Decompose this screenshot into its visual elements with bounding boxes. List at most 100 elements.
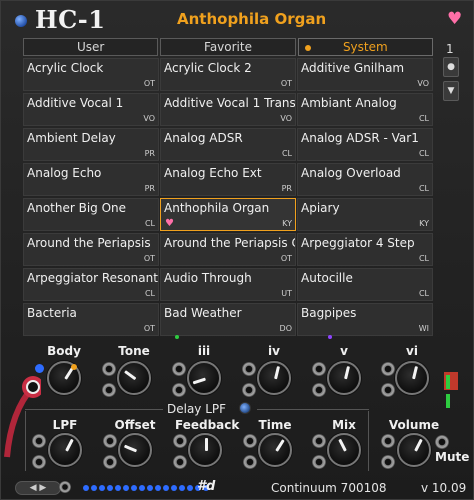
preset-cell[interactable]: Another Big One CL bbox=[23, 198, 159, 231]
page-number: 1 bbox=[446, 42, 454, 56]
preset-cell[interactable]: Bad Weather DO bbox=[160, 303, 296, 336]
indicator-dot bbox=[175, 335, 179, 339]
knob-label-lpf: LPF bbox=[52, 418, 78, 432]
mix-knob[interactable] bbox=[327, 433, 361, 467]
preset-cell[interactable]: Analog ADSR - Var1 CL bbox=[297, 128, 433, 161]
feedback-cv-jack[interactable] bbox=[173, 434, 187, 448]
footer-jack[interactable] bbox=[59, 481, 71, 493]
delay-section-label: Delay LPF bbox=[167, 402, 227, 416]
lpf-jack-2[interactable] bbox=[32, 455, 46, 469]
preset-name: Anthophila Organ bbox=[164, 201, 270, 215]
preset-category: CL bbox=[144, 219, 155, 228]
preset-cell[interactable]: Analog Echo PR bbox=[23, 163, 159, 196]
knob-indicator bbox=[124, 370, 137, 381]
iii-cv-jack[interactable] bbox=[172, 362, 186, 376]
iv-jack-2[interactable] bbox=[242, 383, 256, 397]
mute-jack[interactable] bbox=[435, 435, 449, 449]
volume-knob[interactable] bbox=[397, 433, 431, 467]
knob-label-offset: Offset bbox=[114, 418, 156, 432]
mix-cv-jack[interactable] bbox=[312, 434, 326, 448]
preset-cell[interactable]: Bagpipes WI bbox=[297, 303, 433, 336]
tab-user[interactable]: User bbox=[23, 38, 159, 56]
lpf-knob[interactable] bbox=[48, 433, 82, 467]
preset-cell[interactable]: Additive Vocal 1 VO bbox=[23, 93, 159, 126]
time-knob[interactable] bbox=[258, 433, 292, 467]
favorite-heart-icon: ♥ bbox=[165, 218, 174, 229]
preset-cell[interactable]: Analog Echo Ext PR bbox=[160, 163, 296, 196]
time-cv-jack[interactable] bbox=[243, 434, 257, 448]
preset-cell[interactable]: Additive Gnilham VO bbox=[297, 58, 433, 91]
knob-label-tone: Tone bbox=[118, 344, 150, 358]
tab-system[interactable]: System bbox=[297, 38, 433, 56]
v-knob[interactable] bbox=[327, 361, 361, 395]
preset-category: PR bbox=[281, 184, 292, 193]
led-dot bbox=[131, 485, 137, 491]
nav-arrows-button[interactable]: ◀ ▶ bbox=[15, 481, 61, 495]
offset-knob[interactable] bbox=[118, 433, 152, 467]
volume-jack-2[interactable] bbox=[381, 455, 395, 469]
preset-cell[interactable]: Analog ADSR CL bbox=[160, 128, 296, 161]
delay-lpf-button[interactable] bbox=[239, 402, 251, 414]
lpf-cv-jack[interactable] bbox=[32, 434, 46, 448]
offset-jack-2[interactable] bbox=[103, 455, 117, 469]
tone-jack-2[interactable] bbox=[102, 383, 116, 397]
preset-cell[interactable]: Acrylic Clock OT bbox=[23, 58, 159, 91]
time-jack-2[interactable] bbox=[243, 455, 257, 469]
preset-cell[interactable]: Analog Overload CL bbox=[297, 163, 433, 196]
knob-indicator bbox=[275, 439, 285, 452]
iii-jack-2[interactable] bbox=[172, 383, 186, 397]
knob-label-mix: Mix bbox=[332, 418, 356, 432]
iv-knob[interactable] bbox=[257, 361, 291, 395]
iii-knob[interactable] bbox=[187, 361, 221, 395]
preset-category: PR bbox=[144, 149, 155, 158]
preset-cell[interactable]: Acrylic Clock 2 OT bbox=[160, 58, 296, 91]
preset-category: OT bbox=[143, 324, 155, 333]
offset-cv-jack[interactable] bbox=[103, 434, 117, 448]
vi-cv-jack[interactable] bbox=[381, 362, 395, 376]
tab-favorite[interactable]: Favorite bbox=[160, 38, 296, 56]
preset-category: OT bbox=[280, 254, 292, 263]
led-dot bbox=[147, 485, 153, 491]
mute-label: Mute bbox=[435, 450, 470, 464]
preset-cell[interactable]: Arpeggiator Resonant CL bbox=[23, 268, 159, 301]
iv-cv-jack[interactable] bbox=[242, 362, 256, 376]
tone-cv-jack[interactable] bbox=[102, 362, 116, 376]
brand-title: HC-1 bbox=[35, 5, 106, 34]
brand-logo: #d bbox=[197, 479, 216, 494]
preset-category: KY bbox=[419, 219, 429, 228]
preset-name: Autocille bbox=[301, 271, 353, 285]
volume-cv-jack[interactable] bbox=[381, 434, 395, 448]
preset-category: DO bbox=[279, 324, 292, 333]
preset-category: PR bbox=[144, 184, 155, 193]
page-up-button[interactable]: ● bbox=[443, 57, 459, 77]
preset-cell[interactable]: Autocille CL bbox=[297, 268, 433, 301]
tone-knob[interactable] bbox=[117, 361, 151, 395]
mix-jack-2[interactable] bbox=[312, 455, 326, 469]
preset-category: OT bbox=[280, 79, 292, 88]
feedback-jack-2[interactable] bbox=[173, 455, 187, 469]
vi-jack-2[interactable] bbox=[381, 383, 395, 397]
preset-cell[interactable]: Around the Periapsis Ch1 OT bbox=[160, 233, 296, 266]
led-dot bbox=[155, 485, 161, 491]
v-cv-jack[interactable] bbox=[312, 362, 326, 376]
led-dot bbox=[107, 485, 113, 491]
preset-name: Another Big One bbox=[27, 201, 127, 215]
tab-system-label: System bbox=[342, 40, 388, 54]
preset-cell[interactable]: Anthophila Organ KY ♥ bbox=[160, 198, 296, 231]
preset-cell[interactable]: Audio Through UT bbox=[160, 268, 296, 301]
preset-cell[interactable]: Ambiant Analog CL bbox=[297, 93, 433, 126]
heart-icon[interactable]: ♥ bbox=[447, 9, 462, 29]
preset-cell[interactable]: Additive Vocal 1 Transform VO bbox=[160, 93, 296, 126]
v-jack-2[interactable] bbox=[312, 383, 326, 397]
page-down-button[interactable]: ▼ bbox=[443, 81, 459, 101]
feedback-knob[interactable] bbox=[188, 433, 222, 467]
preset-cell[interactable]: Apiary KY bbox=[297, 198, 433, 231]
preset-name: Bad Weather bbox=[164, 306, 242, 320]
hc1-module-panel: HC-1 Anthophila Organ ♥ User Favorite Sy… bbox=[0, 0, 474, 500]
preset-cell[interactable]: Ambient Delay PR bbox=[23, 128, 159, 161]
vi-knob[interactable] bbox=[395, 361, 429, 395]
preset-cell[interactable]: Around the Periapsis OT bbox=[23, 233, 159, 266]
preset-category: CL bbox=[144, 289, 155, 298]
preset-cell[interactable]: Bacteria OT bbox=[23, 303, 159, 336]
preset-cell[interactable]: Arpeggiator 4 Step CL bbox=[297, 233, 433, 266]
